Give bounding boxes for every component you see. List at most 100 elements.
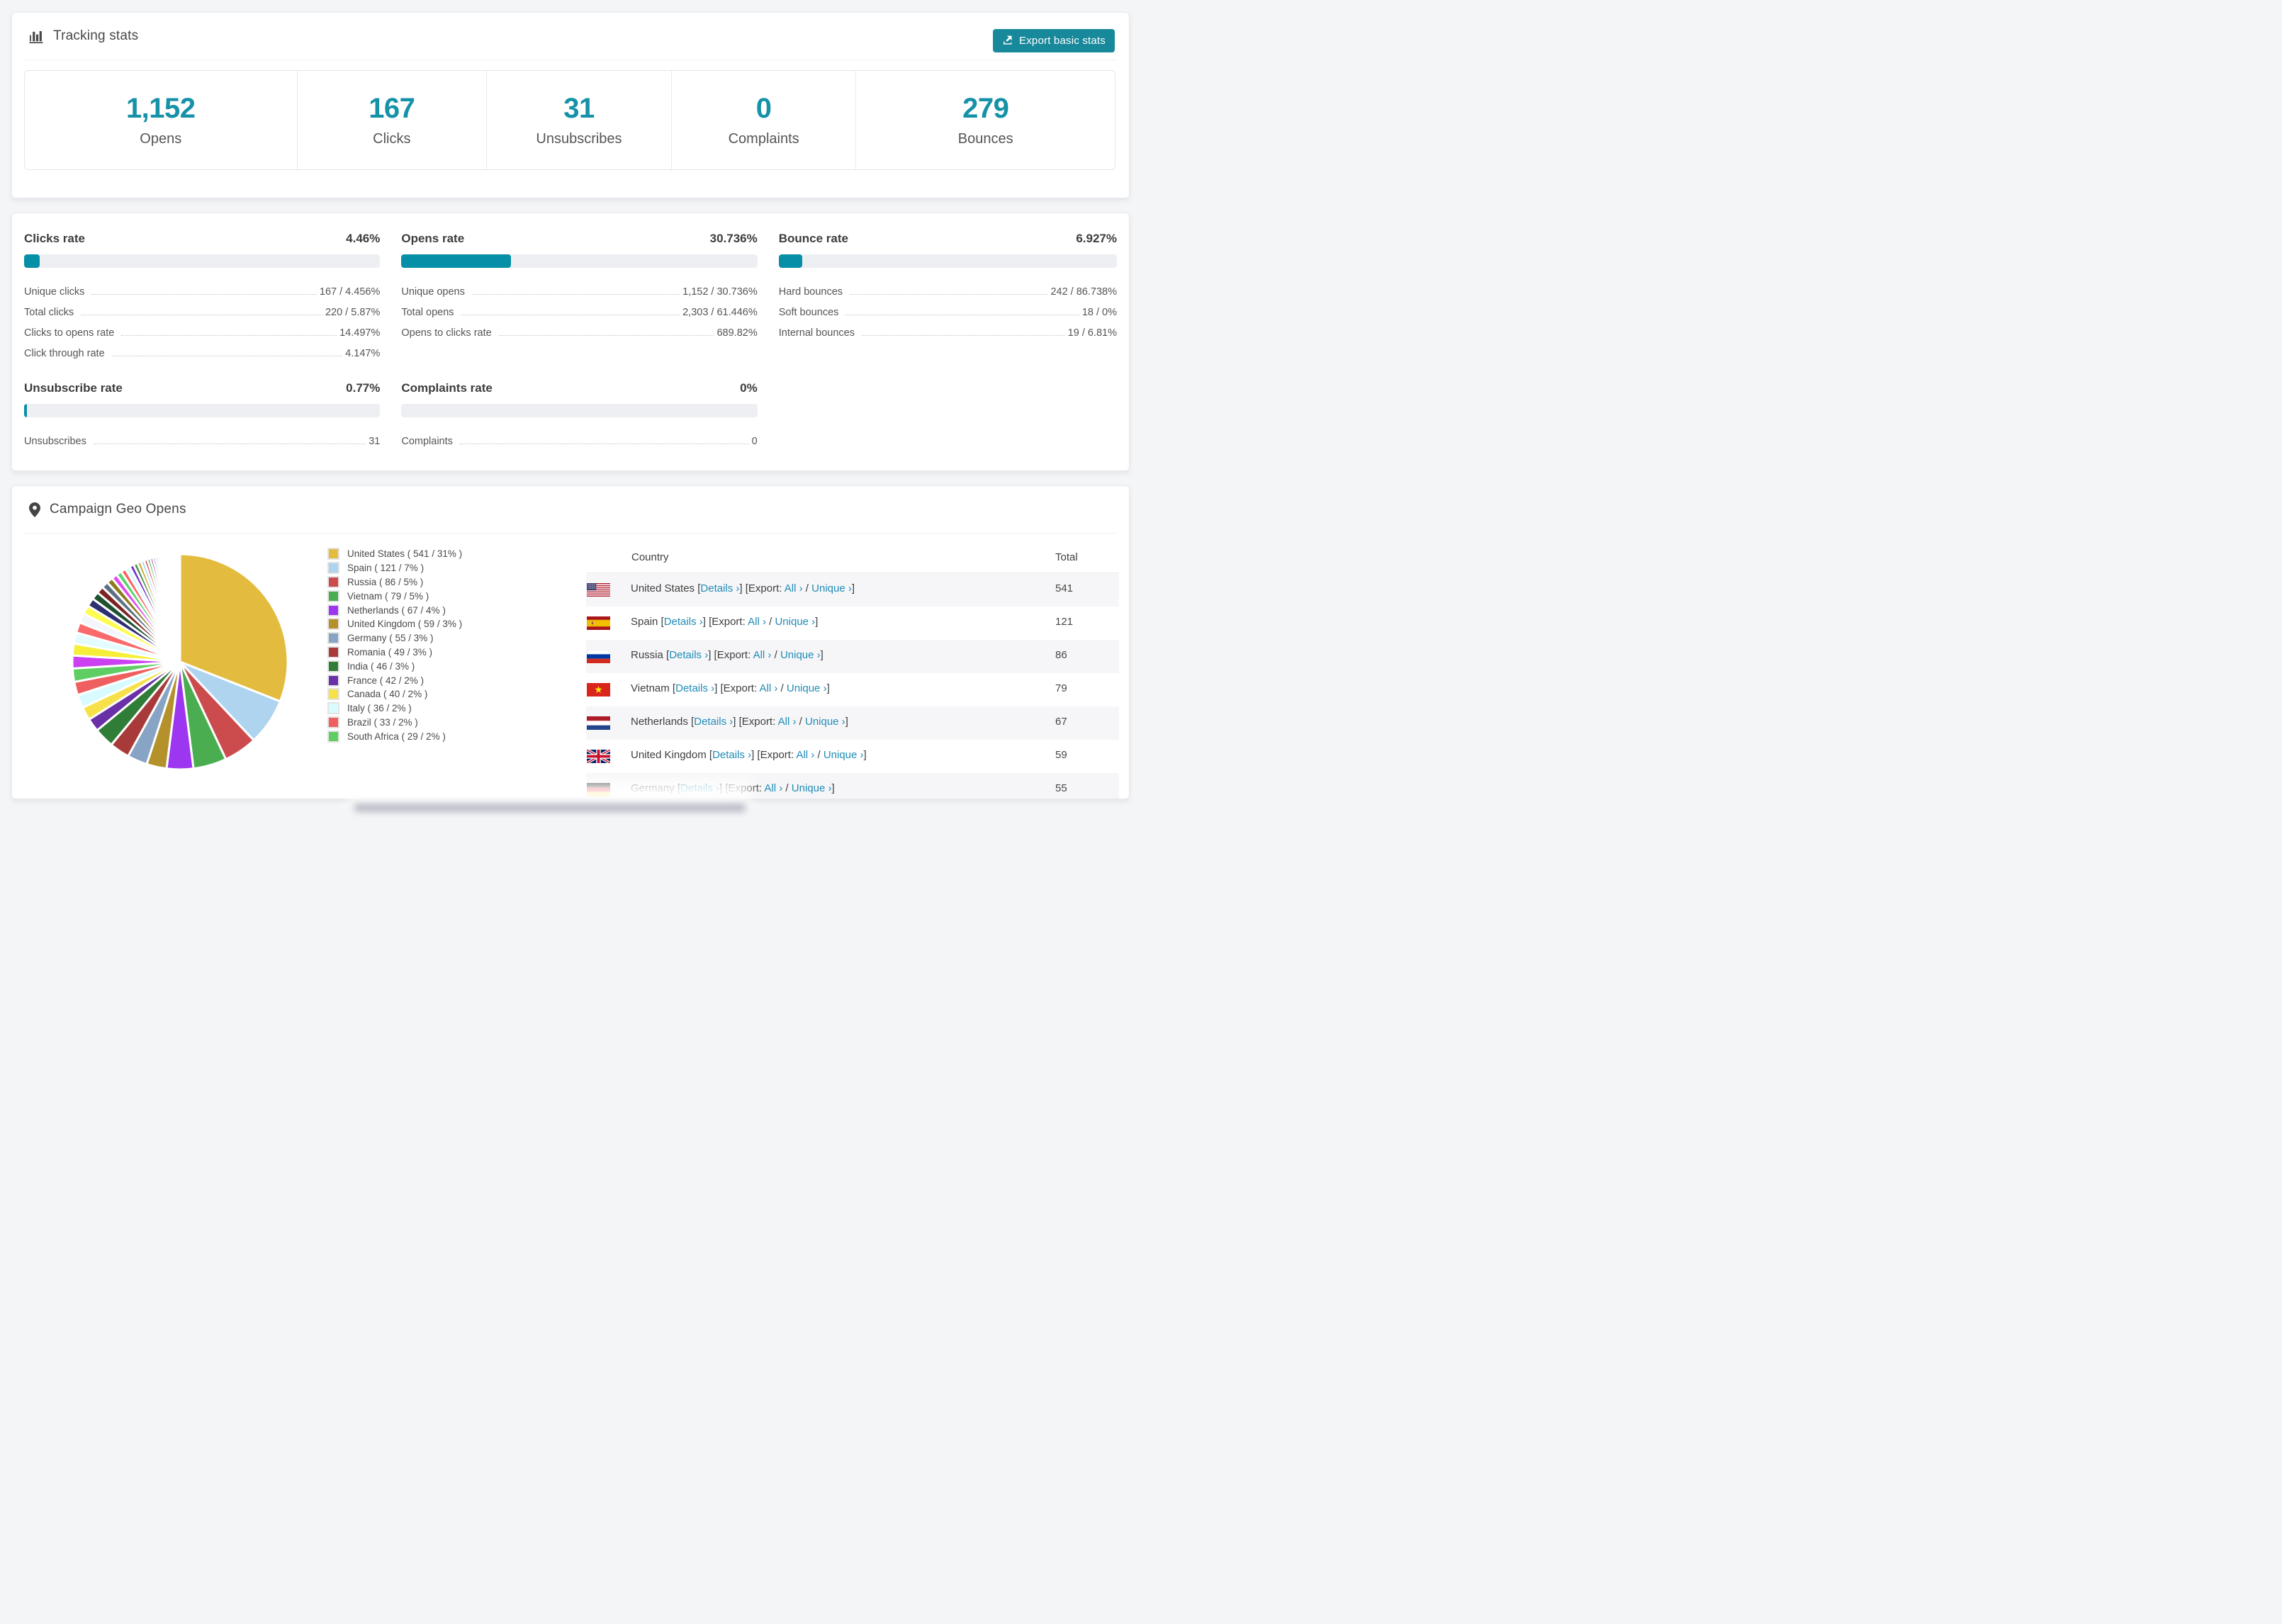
clicks-rate-progressbar xyxy=(24,254,381,268)
total-cell: 121 xyxy=(1055,616,1074,628)
details-link[interactable]: Details › xyxy=(669,649,708,661)
country-cell: Vietnam [Details ›] [Export: All › / Uni… xyxy=(631,682,830,694)
total-cell: 541 xyxy=(1055,582,1074,594)
export-all-link[interactable]: All › xyxy=(778,716,797,728)
geo-title-wrap: Campaign Geo Opens xyxy=(29,502,186,517)
export-unique-link[interactable]: Unique › xyxy=(824,749,864,761)
tracking-stats-header: Tracking stats xyxy=(23,13,1118,60)
stat-line: Unsubscribes 31 xyxy=(24,429,380,449)
stat-line-value: 689.82% xyxy=(716,327,758,339)
legend-item-netherlands[interactable]: Netherlands ( 67 / 4% ) xyxy=(327,603,462,617)
opens-rate-rows: Unique opens 1,152 / 30.736% Total opens 2,… xyxy=(401,279,757,341)
legend-item-india[interactable]: India ( 46 / 3% ) xyxy=(327,659,462,673)
stat-line-label: Unique clicks xyxy=(24,286,85,298)
page-title: Tracking stats xyxy=(53,28,139,43)
dotted-leader xyxy=(121,335,337,336)
geo-table-row-us: United States [Details ›] [Export: All ›… xyxy=(586,573,1119,607)
details-link[interactable]: Details › xyxy=(712,749,751,761)
legend-item-france[interactable]: France ( 42 / 2% ) xyxy=(327,673,462,687)
stat-line: Complaints 0 xyxy=(401,429,757,449)
country-column-header: Country xyxy=(631,551,669,563)
export-basic-stats-button[interactable]: Export basic stats xyxy=(993,29,1115,52)
export-unique-link[interactable]: Unique › xyxy=(787,682,827,694)
export-button-label: Export basic stats xyxy=(1019,35,1106,47)
stat-line-value: 220 / 5.87% xyxy=(325,307,381,318)
stat-line-label: Unsubscribes xyxy=(24,436,86,447)
country-cell: Spain [Details ›] [Export: All › / Uniqu… xyxy=(631,616,819,628)
stat-line-value: 4.147% xyxy=(345,348,381,359)
legend-item-germany[interactable]: Germany ( 55 / 3% ) xyxy=(327,631,462,645)
legend-item-vietnam[interactable]: Vietnam ( 79 / 5% ) xyxy=(327,589,462,603)
tracking-stats-card: Tracking stats Export basic stats 1,152 O… xyxy=(11,12,1130,198)
complaints-rate-rows: Complaints 0 xyxy=(401,429,757,449)
stat-line-value: 18 / 0% xyxy=(1081,307,1117,318)
legend-item-united-states[interactable]: United States ( 541 / 31% ) xyxy=(327,547,462,561)
clicks-rate-value: 4.46% xyxy=(346,232,381,245)
legend-label: United States ( 541 / 31% ) xyxy=(347,548,463,560)
pie-slice-other-40[interactable] xyxy=(178,553,181,663)
legend-label: South Africa ( 29 / 2% ) xyxy=(347,731,446,742)
rates-card: Clicks rate 4.46% Unique clicks 167 / 4.4… xyxy=(11,213,1130,471)
legend-item-russia[interactable]: Russia ( 86 / 5% ) xyxy=(327,575,462,590)
geo-opens-pie-chart[interactable] xyxy=(69,551,291,772)
unsubscribe-rate-progressbar xyxy=(24,404,381,417)
legend-swatch xyxy=(327,716,339,728)
clicks-rate-block: Clicks rate 4.46% Unique clicks 167 / 4.4… xyxy=(24,232,381,361)
legend-item-italy[interactable]: Italy ( 36 / 2% ) xyxy=(327,701,462,716)
export-all-link[interactable]: All › xyxy=(764,782,782,794)
total-cell: 86 xyxy=(1055,649,1067,661)
details-link[interactable]: Details › xyxy=(675,682,714,694)
geo-title: Campaign Geo Opens xyxy=(50,502,186,517)
export-all-link[interactable]: All › xyxy=(753,649,772,661)
legend-item-canada[interactable]: Canada ( 40 / 2% ) xyxy=(327,687,462,701)
es-flag-icon xyxy=(587,616,610,630)
legend-item-south-africa[interactable]: South Africa ( 29 / 2% ) xyxy=(327,729,462,743)
legend-item-brazil[interactable]: Brazil ( 33 / 2% ) xyxy=(327,716,462,730)
export-unique-link[interactable]: Unique › xyxy=(792,782,832,794)
export-unique-link[interactable]: Unique › xyxy=(775,616,815,628)
bounce-rate-block: Bounce rate 6.927% Hard bounces 242 / 86.… xyxy=(778,232,1117,361)
export-unique-link[interactable]: Unique › xyxy=(805,716,845,728)
opens-rate-progressbar xyxy=(401,254,758,268)
summary-stat-value: 279 xyxy=(962,93,1009,124)
details-link[interactable]: Details › xyxy=(680,782,719,794)
stat-line: Hard bounces 242 / 86.738% xyxy=(779,279,1117,300)
legend-swatch xyxy=(327,604,339,616)
export-all-link[interactable]: All › xyxy=(760,682,778,694)
legend-item-romania[interactable]: Romania ( 49 / 3% ) xyxy=(327,645,462,660)
export-all-link[interactable]: All › xyxy=(748,616,766,628)
geo-opens-table: Country Total United States [Details ›] … xyxy=(586,546,1119,799)
geo-table-row-ru: Russia [Details ›] [Export: All › / Uniq… xyxy=(586,640,1119,673)
geo-table-row-de: Germany [Details ›] [Export: All › / Uni… xyxy=(586,773,1119,799)
opens-rate-title: Opens rate xyxy=(401,232,465,245)
dotted-leader xyxy=(850,294,1048,295)
details-link[interactable]: Details › xyxy=(700,582,739,594)
stat-line: Total opens 2,303 / 61.446% xyxy=(401,300,757,320)
export-all-link[interactable]: All › xyxy=(796,749,814,761)
nl-flag-icon xyxy=(587,716,610,730)
legend-label: Canada ( 40 / 2% ) xyxy=(347,689,428,700)
export-unique-link[interactable]: Unique › xyxy=(811,582,852,594)
country-name: Vietnam xyxy=(631,682,670,694)
legend-label: Netherlands ( 67 / 4% ) xyxy=(347,604,446,616)
legend-label: France ( 42 / 2% ) xyxy=(347,675,425,686)
summary-stat-value: 1,152 xyxy=(125,93,196,124)
legend-label: India ( 46 / 3% ) xyxy=(347,660,415,672)
legend-swatch xyxy=(327,688,339,701)
stat-line-value: 1,152 / 30.736% xyxy=(682,286,758,298)
de-flag-icon xyxy=(587,783,610,796)
export-all-link[interactable]: All › xyxy=(785,582,803,594)
bounce-rate-progressbar xyxy=(778,254,1117,268)
export-unique-link[interactable]: Unique › xyxy=(780,649,821,661)
unsubscribe-rate-rows: Unsubscribes 31 xyxy=(24,429,380,449)
legend-item-united-kingdom[interactable]: United Kingdom ( 59 / 3% ) xyxy=(327,617,462,631)
geo-header: Campaign Geo Opens xyxy=(23,486,1118,534)
legend-item-spain[interactable]: Spain ( 121 / 7% ) xyxy=(327,561,462,575)
country-name: Germany xyxy=(631,782,675,794)
country-cell: United Kingdom [Details ›] [Export: All … xyxy=(631,749,867,761)
legend-swatch xyxy=(327,575,339,588)
details-link[interactable]: Details › xyxy=(694,716,733,728)
summary-stat-unsubscribes: 31 Unsubscribes xyxy=(486,71,671,169)
stat-line: Unique clicks 167 / 4.456% xyxy=(24,279,380,300)
details-link[interactable]: Details › xyxy=(664,616,703,628)
